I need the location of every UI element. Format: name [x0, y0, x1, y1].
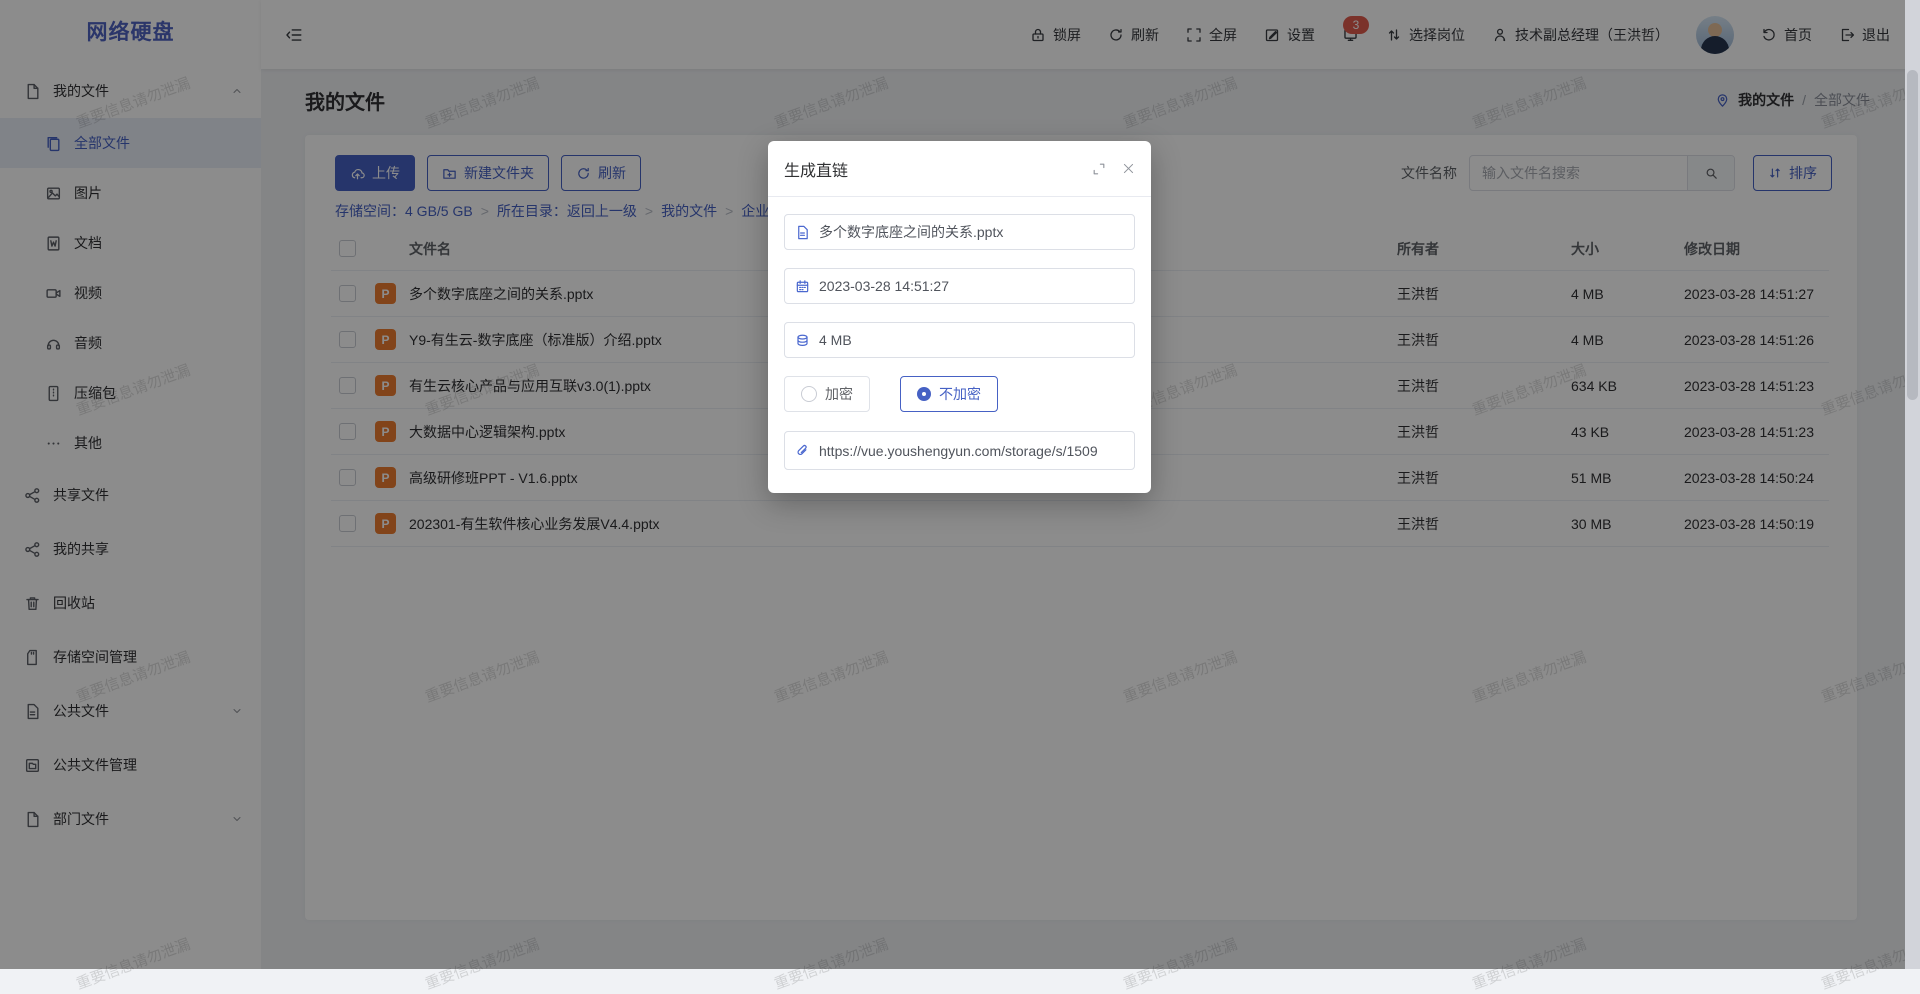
encrypt-radio-label: 加密	[825, 384, 853, 404]
maximize-dialog-icon[interactable]	[1092, 162, 1106, 176]
no-encrypt-radio-option[interactable]: 不加密	[900, 376, 998, 412]
scrollbar[interactable]	[1905, 0, 1920, 969]
link-file-name-field[interactable]: 多个数字底座之间的关系.pptx	[784, 214, 1135, 250]
link-date-value: 2023-03-28 14:51:27	[819, 278, 949, 294]
no-encrypt-radio-label: 不加密	[939, 384, 981, 404]
link-date-field[interactable]: 2023-03-28 14:51:27	[784, 268, 1135, 304]
link-file-name-value: 多个数字底座之间的关系.pptx	[819, 222, 1003, 242]
link-size-value: 4 MB	[819, 332, 852, 348]
scrollbar-thumb[interactable]	[1907, 70, 1918, 400]
direct-link-url-field[interactable]: https://vue.youshengyun.com/storage/s/15…	[784, 431, 1135, 470]
close-dialog-icon[interactable]	[1122, 162, 1135, 175]
link-size-field[interactable]: 4 MB	[784, 322, 1135, 358]
file-icon	[795, 225, 810, 240]
paperclip-icon	[795, 443, 810, 458]
database-icon	[795, 333, 810, 348]
dialog-title: 生成直链	[784, 157, 1076, 181]
direct-link-url-value: https://vue.youshengyun.com/storage/s/15…	[819, 443, 1098, 459]
radio-icon	[801, 386, 817, 402]
generate-link-dialog: 生成直链 多个数字底座之间的关系.pptx 2023-03-28 14:51:2…	[768, 141, 1151, 493]
radio-selected-icon	[917, 387, 931, 401]
calendar-icon	[795, 279, 810, 294]
encrypt-radio-option[interactable]: 加密	[784, 376, 870, 412]
